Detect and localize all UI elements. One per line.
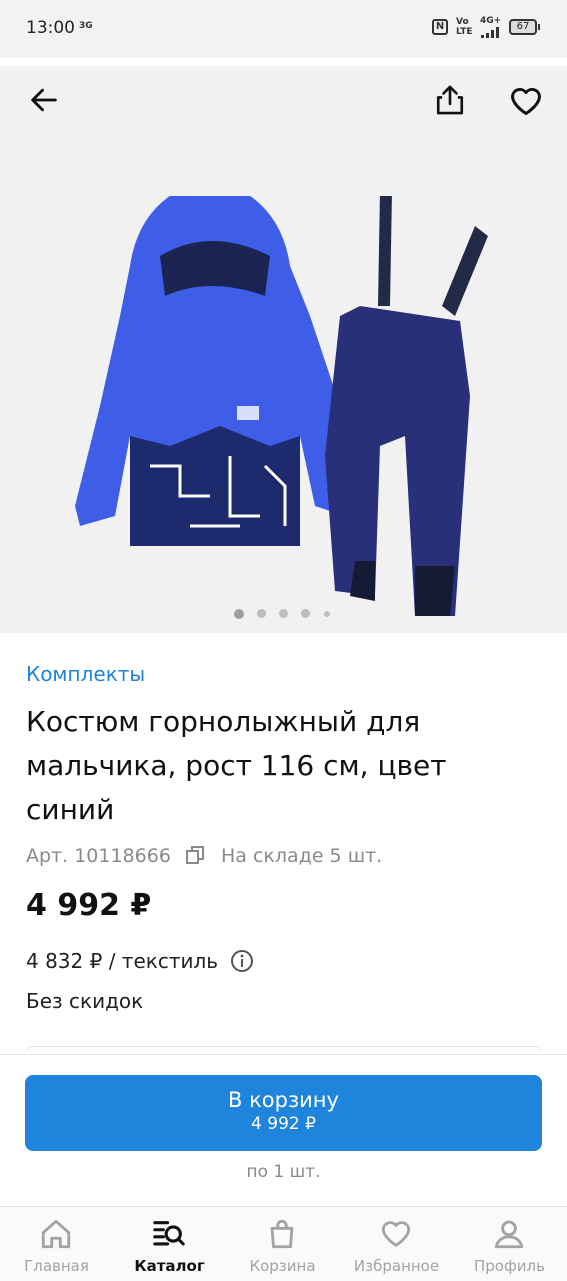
- quantity-note: по 1 шт.: [246, 1162, 321, 1182]
- tab-label: Избранное: [353, 1257, 440, 1275]
- network-3g-indicator: 3G: [79, 21, 93, 31]
- battery-icon: 67: [509, 19, 540, 35]
- info-icon[interactable]: [230, 949, 254, 973]
- tab-label: Каталог: [134, 1257, 205, 1275]
- product-meta: Арт. 10118666 На складе 5 шт.: [26, 845, 382, 867]
- pagination-dot[interactable]: [279, 609, 288, 618]
- pagination-dot[interactable]: [301, 609, 310, 618]
- nfc-icon: N: [432, 19, 448, 35]
- shopping-bag-icon: [270, 1219, 294, 1249]
- tab-favorites[interactable]: Избранное: [340, 1207, 453, 1281]
- unit-price: 4 832 ₽ / текстиль: [26, 949, 219, 973]
- user-icon: [494, 1220, 524, 1249]
- share-button[interactable]: [428, 78, 472, 122]
- pagination-dot-active[interactable]: [234, 609, 244, 619]
- category-link[interactable]: Комплекты: [26, 662, 145, 686]
- catalog-search-icon: [153, 1221, 185, 1246]
- volte-indicator: Vo LTE: [456, 17, 473, 37]
- tab-home[interactable]: Главная: [0, 1207, 113, 1281]
- arrow-left-icon: [31, 88, 57, 112]
- product-title: Костюм горнолыжный для мальчика, рост 11…: [26, 705, 447, 826]
- tab-cart[interactable]: Корзина: [226, 1207, 339, 1281]
- tab-label: Профиль: [474, 1257, 545, 1275]
- product-price: 4 992 ₽: [26, 888, 152, 923]
- article-number: Арт. 10118666: [26, 845, 171, 867]
- tab-profile[interactable]: Профиль: [453, 1207, 566, 1281]
- tab-label: Главная: [24, 1257, 89, 1275]
- gallery-pagination: [0, 607, 567, 619]
- pagination-dot[interactable]: [257, 609, 266, 618]
- discount-status: Без скидок: [26, 989, 144, 1013]
- unit-price-row: 4 832 ₽ / текстиль: [26, 949, 254, 973]
- add-to-cart-label: В корзину: [228, 1088, 339, 1112]
- product-image: [75, 196, 488, 616]
- tab-label: Корзина: [249, 1257, 316, 1275]
- add-to-cart-button[interactable]: В корзину 4 992 ₽: [25, 1075, 542, 1151]
- share-icon: [436, 85, 464, 115]
- status-time: 13:00: [26, 18, 75, 38]
- heart-icon: [511, 87, 541, 115]
- tab-catalog[interactable]: Каталог: [113, 1207, 226, 1281]
- stock-status: На складе 5 шт.: [221, 845, 383, 867]
- home-icon: [41, 1219, 71, 1249]
- bottom-tab-bar: Главная Каталог Корзина Избранное Профил…: [0, 1206, 567, 1281]
- add-to-cart-price: 4 992 ₽: [251, 1114, 316, 1134]
- back-button[interactable]: [22, 78, 66, 122]
- signal-strength-icon: [481, 26, 503, 38]
- product-image-gallery[interactable]: [0, 66, 567, 633]
- signal-type-indicator: 4G+: [480, 16, 502, 26]
- status-bar: 13:00 3G N Vo LTE 4G+ 67: [0, 0, 567, 58]
- pagination-dot[interactable]: [324, 611, 330, 617]
- heart-icon: [381, 1221, 411, 1247]
- favorite-button[interactable]: [504, 78, 548, 122]
- copy-icon[interactable]: [185, 845, 205, 865]
